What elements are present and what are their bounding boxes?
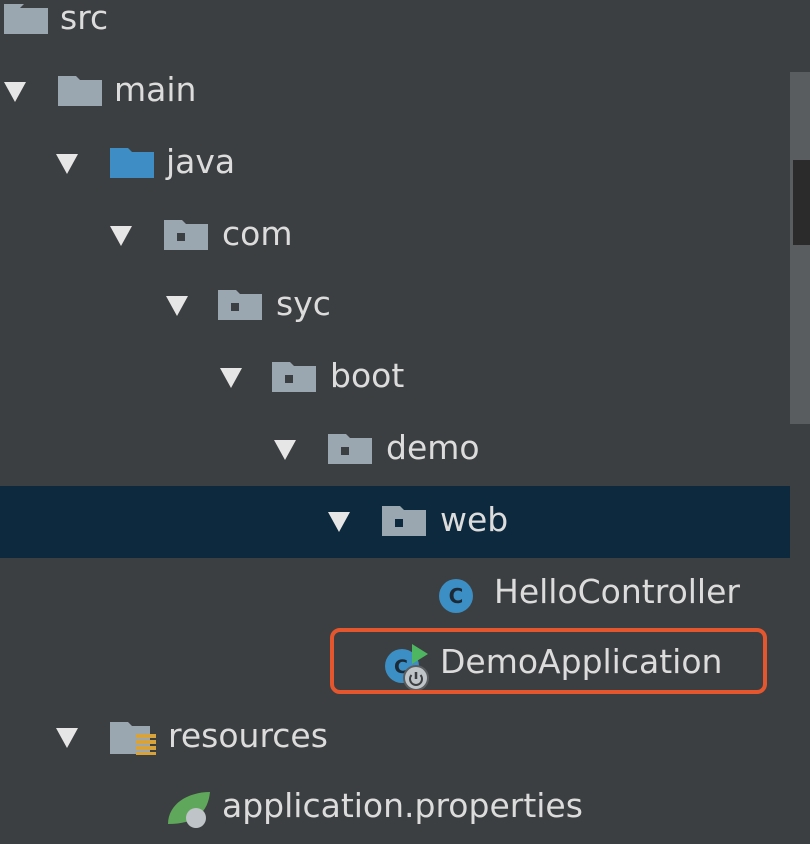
resources-folder-icon bbox=[110, 722, 156, 755]
tree-item-main[interactable]: main bbox=[0, 56, 792, 128]
folder-icon bbox=[58, 76, 102, 106]
spring-properties-icon bbox=[164, 788, 214, 832]
tree-item-demo[interactable]: demo bbox=[0, 414, 792, 486]
tree-item-resources[interactable]: resources bbox=[0, 702, 792, 774]
editor-gutter bbox=[793, 160, 810, 245]
tree-item-boot[interactable]: boot bbox=[0, 342, 792, 414]
svg-text:C: C bbox=[449, 584, 464, 608]
package-icon bbox=[164, 220, 208, 250]
tree-item-label: HelloController bbox=[494, 572, 740, 611]
tree-item-label: syc bbox=[276, 284, 331, 323]
chevron-down-icon[interactable] bbox=[274, 440, 296, 460]
chevron-down-icon[interactable] bbox=[56, 728, 78, 748]
tree-item-label: java bbox=[166, 142, 236, 181]
package-icon bbox=[382, 506, 426, 536]
chevron-down-icon[interactable] bbox=[4, 82, 26, 102]
tree-item-src[interactable]: src bbox=[0, 0, 792, 56]
chevron-down-icon[interactable] bbox=[328, 512, 350, 532]
tree-item-application-properties[interactable]: application.properties bbox=[0, 772, 792, 844]
tree-item-com[interactable]: com bbox=[0, 200, 792, 272]
scrollbar-thumb[interactable] bbox=[790, 72, 810, 424]
chevron-down-icon[interactable] bbox=[220, 368, 242, 388]
project-tree: src main java com syc boot demo web C He… bbox=[0, 0, 792, 828]
tree-item-label: boot bbox=[330, 356, 405, 395]
chevron-down-icon[interactable] bbox=[110, 226, 132, 246]
package-icon bbox=[328, 434, 372, 464]
folder-icon bbox=[4, 4, 48, 34]
tree-item-label: application.properties bbox=[222, 786, 583, 825]
package-icon bbox=[218, 290, 262, 320]
tree-item-syc[interactable]: syc bbox=[0, 270, 792, 342]
chevron-down-icon[interactable] bbox=[166, 296, 188, 316]
highlight-annotation bbox=[330, 628, 767, 694]
tree-item-label: resources bbox=[168, 716, 328, 755]
tree-item-label: com bbox=[222, 214, 293, 253]
tree-item-label: src bbox=[60, 0, 109, 37]
chevron-down-icon[interactable] bbox=[56, 154, 78, 174]
tree-item-label: demo bbox=[386, 428, 480, 467]
source-folder-icon bbox=[110, 148, 154, 178]
class-icon: C bbox=[436, 576, 476, 620]
tree-item-hellocontroller[interactable]: C HelloController bbox=[0, 558, 792, 630]
tree-item-java[interactable]: java bbox=[0, 128, 792, 200]
package-icon bbox=[272, 362, 316, 392]
tree-item-label: web bbox=[440, 500, 509, 539]
tree-item-label: main bbox=[114, 70, 197, 109]
tree-item-web[interactable]: web bbox=[0, 486, 792, 558]
